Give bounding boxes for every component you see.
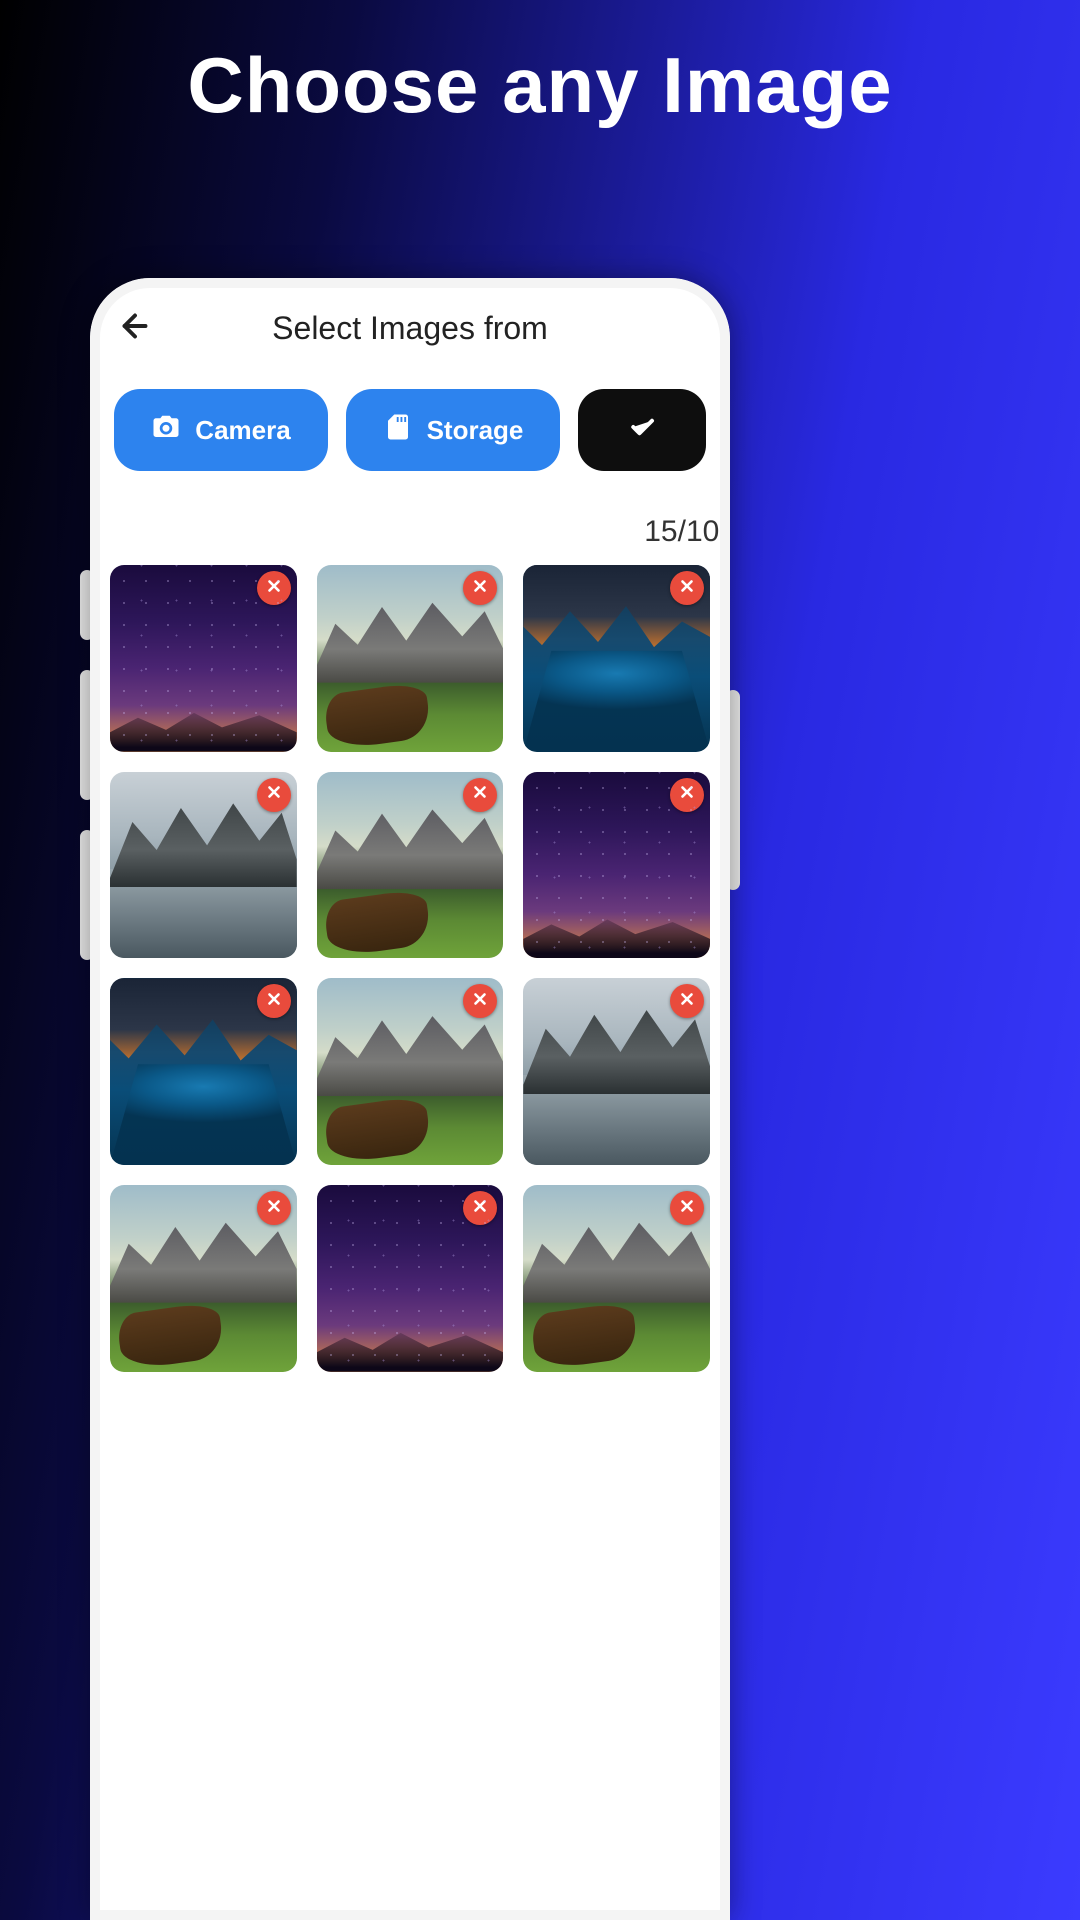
- close-icon: [678, 1197, 696, 1220]
- image-thumbnail[interactable]: [317, 565, 504, 752]
- sd-card-icon: [383, 412, 413, 449]
- image-thumbnail[interactable]: [110, 565, 297, 752]
- storage-button[interactable]: Storage: [346, 389, 560, 471]
- image-thumbnail[interactable]: [523, 978, 710, 1165]
- close-icon: [471, 783, 489, 806]
- close-icon: [265, 577, 283, 600]
- image-thumbnail[interactable]: [523, 1185, 710, 1372]
- image-thumbnail[interactable]: [110, 1185, 297, 1372]
- image-grid: [90, 565, 730, 1372]
- close-icon: [678, 577, 696, 600]
- remove-image-button[interactable]: [463, 984, 497, 1018]
- source-buttons-row: Camera Storage: [90, 359, 730, 491]
- page-title: Select Images from: [114, 310, 706, 347]
- image-thumbnail[interactable]: [317, 772, 504, 959]
- remove-image-button[interactable]: [463, 1191, 497, 1225]
- camera-button-label: Camera: [195, 415, 290, 446]
- remove-image-button[interactable]: [257, 1191, 291, 1225]
- close-icon: [265, 783, 283, 806]
- close-icon: [471, 990, 489, 1013]
- remove-image-button[interactable]: [257, 984, 291, 1018]
- remove-image-button[interactable]: [463, 571, 497, 605]
- close-icon: [265, 990, 283, 1013]
- selection-counter: 15/100: [90, 491, 730, 565]
- phone-frame: Select Images from Camera Storage: [90, 278, 730, 1920]
- remove-image-button[interactable]: [463, 778, 497, 812]
- remove-image-button[interactable]: [670, 1191, 704, 1225]
- close-icon: [265, 1197, 283, 1220]
- image-thumbnail[interactable]: [110, 978, 297, 1165]
- remove-image-button[interactable]: [670, 984, 704, 1018]
- image-thumbnail[interactable]: [317, 978, 504, 1165]
- confirm-button[interactable]: [578, 389, 706, 471]
- close-icon: [678, 990, 696, 1013]
- remove-image-button[interactable]: [257, 778, 291, 812]
- remove-image-button[interactable]: [670, 778, 704, 812]
- image-thumbnail[interactable]: [523, 772, 710, 959]
- promo-headline: Choose any Image: [0, 40, 1080, 131]
- image-thumbnail[interactable]: [317, 1185, 504, 1372]
- close-icon: [471, 1197, 489, 1220]
- promo-background: Choose any Image Select Images from Came…: [0, 0, 1080, 1920]
- storage-button-label: Storage: [427, 415, 524, 446]
- image-thumbnail[interactable]: [110, 772, 297, 959]
- app-bar: Select Images from: [90, 278, 730, 359]
- image-thumbnail[interactable]: [523, 565, 710, 752]
- close-icon: [678, 783, 696, 806]
- check-icon: [627, 412, 657, 449]
- remove-image-button[interactable]: [257, 571, 291, 605]
- close-icon: [471, 577, 489, 600]
- remove-image-button[interactable]: [670, 571, 704, 605]
- camera-icon: [151, 412, 181, 449]
- camera-button[interactable]: Camera: [114, 389, 328, 471]
